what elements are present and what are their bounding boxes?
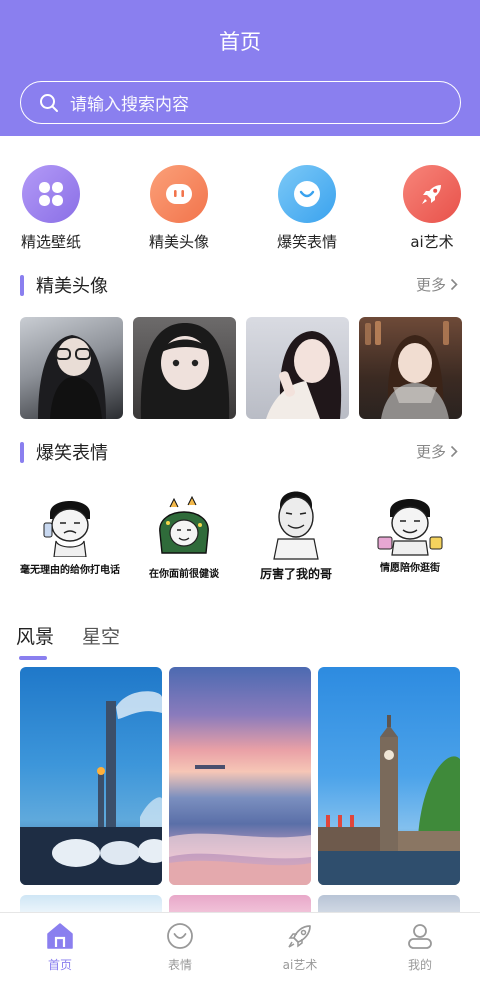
meme-sticker[interactable]: 毫无理由的给你打电话 — [14, 487, 126, 583]
meme-caption: 在你面前很健谈 — [149, 569, 219, 580]
section-header-memes: 爆笑表情 更多 — [20, 440, 460, 464]
category-label: 精选壁纸 — [20, 233, 81, 251]
meme-sticker[interactable]: 在你面前很健谈 — [128, 487, 240, 583]
category-label: 爆笑表情 — [276, 233, 337, 251]
nav-memes[interactable]: 表情 — [120, 921, 240, 973]
nav-label: 表情 — [167, 958, 192, 972]
smile-icon — [278, 165, 336, 223]
rocket-icon — [288, 925, 311, 948]
meme-strip: 毫无理由的给你打电话 在你面前很健谈 厉害了我的哥 情愿陪你逛街 — [0, 487, 480, 587]
user-icon — [408, 924, 432, 949]
search-bar[interactable]: 请输入搜索内容 — [20, 81, 461, 124]
more-label: 更多 — [415, 443, 446, 461]
avatar-thumbnail[interactable] — [246, 317, 349, 419]
meme-sticker[interactable]: 厉害了我的哥 — [240, 487, 352, 583]
rocket-icon — [403, 165, 461, 223]
header: 首页 请输入搜索内容 — [0, 0, 480, 136]
category-label: ai艺术 — [410, 233, 454, 251]
avatar-strip — [20, 317, 462, 419]
smile-icon — [167, 923, 193, 949]
bottom-nav: 首页 表情 ai艺术 我的 — [0, 912, 480, 985]
wallpaper-grid — [20, 667, 460, 925]
tab-active-indicator — [19, 656, 47, 660]
section-accent-bar — [20, 441, 24, 463]
section-title: 爆笑表情 — [36, 443, 108, 464]
section-title: 精美头像 — [36, 276, 108, 297]
nav-label: 我的 — [407, 958, 432, 972]
nav-home[interactable]: 首页 — [0, 921, 120, 973]
more-link-avatars[interactable]: 更多 — [416, 274, 458, 295]
meme-caption: 厉害了我的哥 — [259, 567, 332, 581]
meme-caption: 情愿陪你逛街 — [380, 563, 440, 574]
category-avatar[interactable]: 精美头像 — [124, 165, 234, 252]
category-memes[interactable]: 爆笑表情 — [252, 165, 362, 252]
meme-caption: 毫无理由的给你打电话 — [20, 565, 120, 576]
avatar-thumbnail[interactable] — [133, 317, 236, 419]
nav-label: 首页 — [47, 958, 72, 972]
tab-starry-sky[interactable]: 星空 — [82, 622, 120, 649]
category-wallpaper[interactable]: 精选壁纸 — [0, 165, 106, 252]
section-header-avatars: 精美头像 更多 — [20, 273, 460, 297]
category-ai-art[interactable]: ai艺术 — [377, 165, 480, 252]
wallpaper-thumbnail[interactable] — [169, 667, 311, 885]
tab-scenery[interactable]: 风景 — [16, 622, 54, 649]
clover-icon — [22, 165, 80, 223]
section-accent-bar — [20, 274, 24, 296]
more-link-memes[interactable]: 更多 — [416, 441, 458, 462]
category-row: 精选壁纸 精美头像 爆笑表情 ai艺术 — [0, 165, 480, 255]
home-icon — [47, 923, 73, 949]
nav-label: ai艺术 — [282, 958, 318, 972]
page-title: 首页 — [219, 30, 261, 54]
chat-bubble-icon — [150, 165, 208, 223]
category-label: 精美头像 — [148, 233, 209, 251]
avatar-thumbnail[interactable] — [20, 317, 123, 419]
nav-profile[interactable]: 我的 — [360, 921, 480, 973]
home-page: 首页 请输入搜索内容 精选壁纸 精美头像 爆笑表情 ai艺术 精美头像 更多 爆… — [0, 0, 480, 985]
meme-sticker[interactable]: 情愿陪你逛街 — [354, 487, 466, 583]
chevron-right-icon — [450, 278, 458, 291]
wallpaper-thumbnail[interactable] — [20, 667, 162, 885]
search-icon — [40, 93, 58, 112]
wallpaper-thumbnail[interactable] — [318, 667, 460, 885]
avatar-thumbnail[interactable] — [359, 317, 462, 419]
more-label: 更多 — [415, 276, 446, 294]
search-placeholder: 请输入搜索内容 — [70, 95, 189, 115]
nav-ai-art[interactable]: ai艺术 — [240, 921, 360, 973]
chevron-right-icon — [450, 445, 458, 458]
